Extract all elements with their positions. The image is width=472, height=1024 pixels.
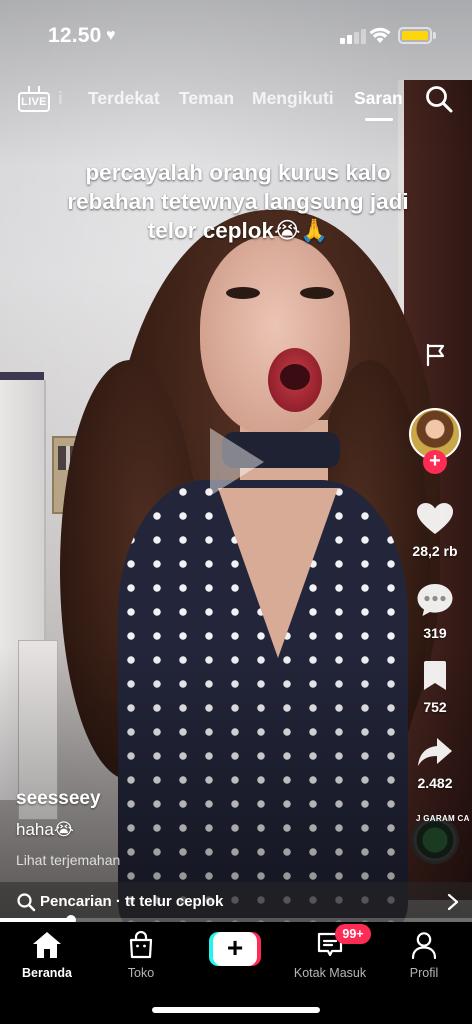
share-arrow-icon [418,738,452,766]
nav-label: Profil [409,966,439,980]
like-button[interactable]: 28,2 rb [405,502,465,559]
comment-button[interactable]: 319 [405,582,465,641]
share-count: 2.482 [417,775,453,791]
tab-saran[interactable]: Saran [354,88,403,109]
report-flag-icon[interactable] [423,342,449,368]
music-disc-label: J GARAM CA [416,814,470,823]
wifi-icon [369,27,391,43]
plus-icon: + [213,932,257,966]
bookmark-count: 752 [423,699,447,715]
live-icon: LIVE [18,92,50,112]
home-indicator[interactable] [152,1007,320,1013]
creator-username[interactable]: seesseey [16,788,101,810]
nav-label: Kotak Masuk [293,966,367,980]
feed-tabs: LIVE i Terdekat Teman Mengikuti Saran [0,82,472,122]
nav-label: Beranda [21,966,73,980]
follow-button[interactable]: + [423,450,447,474]
profile-icon [411,932,437,959]
comment-count: 319 [423,625,447,641]
status-bar: 12.50 ♥ [0,0,472,70]
see-translation-link[interactable]: Lihat terjemahan [16,852,120,868]
tiktok-feed-screen: 12.50 ♥ LIVE i Terdekat Teman Mengikuti … [0,0,472,1024]
nav-profil[interactable]: Profil [379,930,469,980]
search-icon [17,893,36,912]
video-overlay-caption: percayalah orang kurus kalo rebahan tete… [67,160,409,243]
tab-teman[interactable]: Teman [179,88,234,109]
creator-avatar[interactable]: + [409,408,461,474]
chevron-right-icon [447,893,459,911]
heart-icon [417,503,453,534]
heart-status-icon: ♥ [106,27,116,44]
nav-create[interactable]: + [190,930,280,966]
nav-label: Toko [127,966,155,980]
comment-icon [417,584,453,616]
search-suggestion-text: Pencarian · tt telur ceplok [40,893,224,910]
video-description: haha😭 [16,820,74,839]
home-icon [33,932,61,958]
like-count: 28,2 rb [412,543,458,559]
nav-beranda[interactable]: Beranda [2,930,92,980]
share-button[interactable]: 2.482 [405,736,465,791]
nav-toko[interactable]: Toko [96,930,186,980]
tab-mengikuti[interactable]: Mengikuti [252,88,334,109]
tab-terdekat[interactable]: Terdekat [88,88,160,109]
play-icon[interactable] [210,428,264,496]
active-tab-indicator [365,118,393,121]
create-button[interactable]: + [209,932,261,966]
inbox-badge: 99+ [335,924,371,944]
shopping-bag-icon [129,931,153,959]
search-icon[interactable] [424,84,454,114]
bookmark-icon [424,661,446,690]
tab-partial[interactable]: i [58,88,63,109]
music-disc-icon[interactable] [411,816,459,864]
battery-icon [398,27,432,44]
status-time: 12.50 [48,24,102,47]
video-player[interactable] [0,0,472,922]
live-button[interactable]: LIVE [18,86,50,112]
bookmark-button[interactable]: 752 [405,660,465,715]
nav-kotak-masuk[interactable]: 99+ Kotak Masuk [285,924,375,980]
